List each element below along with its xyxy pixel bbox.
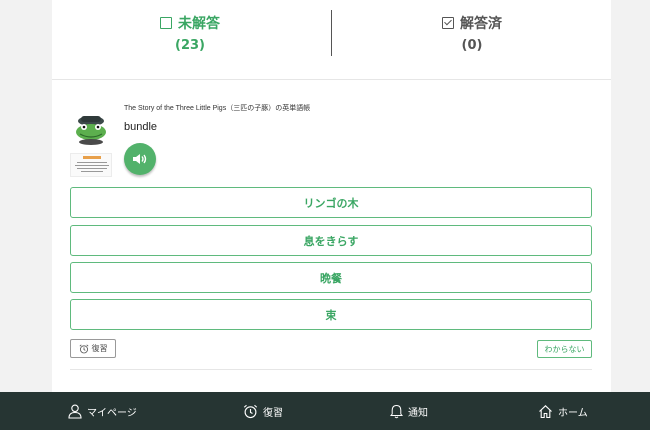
review-button-label: 復習	[91, 344, 108, 353]
vocabulary-source: The Story of the Three Little Pigs（三匹の子豚…	[124, 105, 311, 112]
nav-item-mypage[interactable]: マイページ	[68, 403, 137, 419]
nav-item-mypage-label: マイページ	[87, 407, 137, 419]
divider	[70, 369, 592, 370]
review-button[interactable]: 復習	[70, 339, 116, 358]
frog-mascot-icon	[76, 116, 106, 145]
nav-item-review-label: 復習	[263, 407, 283, 419]
tab-unanswered-label: 未解答	[178, 16, 220, 32]
choice-button-1[interactable]: リンゴの木	[70, 187, 592, 218]
nav-item-notifications-label: 通知	[408, 407, 428, 419]
answer-status-tabs: 未解答 (23) 解答済 (0)	[52, 0, 611, 80]
tab-unanswered-count: (23)	[175, 38, 205, 53]
tab-unanswered[interactable]: 未解答 (23)	[90, 12, 290, 53]
tab-answered[interactable]: 解答済 (0)	[372, 12, 572, 53]
play-audio-button[interactable]	[124, 143, 156, 175]
person-icon	[68, 404, 82, 419]
dont-know-button[interactable]: わからない	[537, 340, 592, 358]
alarm-clock-icon	[79, 344, 88, 353]
nav-item-home[interactable]: ホーム	[538, 403, 588, 419]
question-word: bundle	[124, 121, 158, 133]
checkbox-checked-icon	[442, 17, 454, 29]
nav-item-notifications[interactable]: 通知	[390, 403, 428, 419]
choice-button-2[interactable]: 息をきらす	[70, 225, 592, 256]
bottom-navigation: マイページ 復習 通知 ホーム	[0, 392, 650, 430]
tab-divider	[331, 10, 332, 56]
alarm-clock-icon	[243, 404, 258, 418]
nav-item-home-label: ホーム	[558, 407, 588, 419]
choice-button-4[interactable]: 束	[70, 299, 592, 330]
checkbox-empty-icon	[160, 17, 172, 29]
choice-button-3[interactable]: 晩餐	[70, 262, 592, 293]
book-thumbnail-icon	[70, 153, 112, 177]
home-icon	[539, 404, 552, 418]
speaker-icon	[133, 154, 147, 164]
bell-icon	[390, 404, 403, 418]
nav-item-review[interactable]: 復習	[243, 403, 283, 419]
tab-answered-label: 解答済	[460, 16, 502, 32]
quiz-card: 未解答 (23) 解答済 (0) The Story of the Three …	[52, 0, 611, 392]
tab-answered-count: (0)	[461, 38, 483, 53]
